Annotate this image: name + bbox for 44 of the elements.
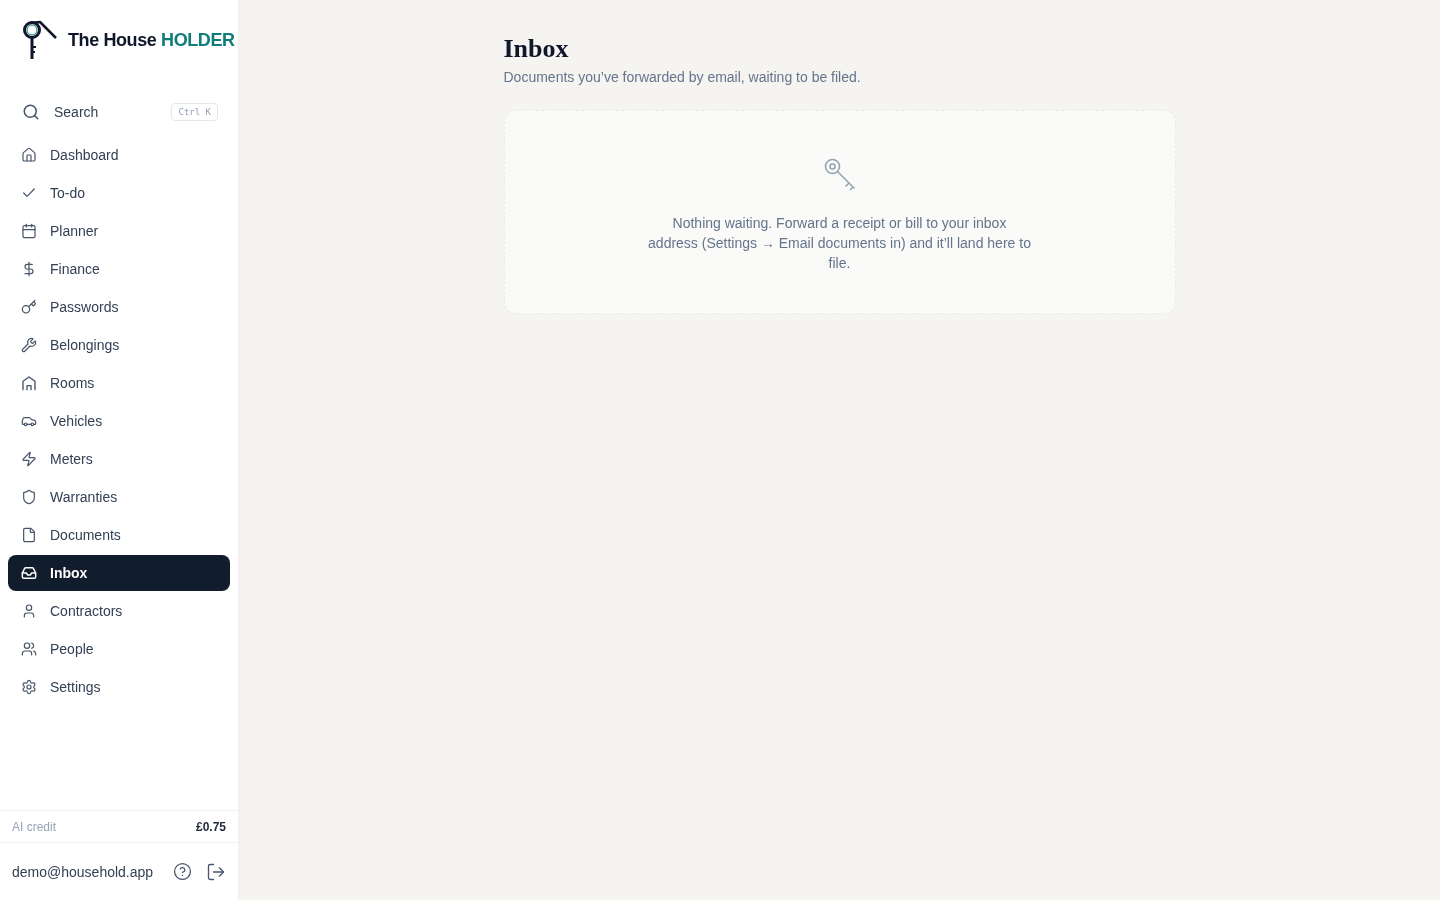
nav-item[interactable]: Documents: [8, 517, 230, 553]
person-icon: [21, 603, 37, 619]
dollar-icon: [21, 261, 37, 277]
logout-icon: [206, 861, 226, 882]
empty-state-message: Nothing waiting. Forward a receipt or bill to your inbox address (Settings → Email documents in) and it’ll land here to file.: [647, 214, 1032, 273]
key-icon: [21, 299, 37, 315]
logout-button[interactable]: [206, 861, 226, 882]
nav-item[interactable]: Vehicles: [8, 403, 230, 439]
key-icon: [822, 157, 857, 191]
help-icon: [173, 862, 192, 881]
page-title: Inbox: [503, 34, 570, 64]
user-email: demo@household.app: [12, 863, 155, 880]
lightning-icon: [21, 451, 37, 467]
shield-icon: [21, 489, 37, 505]
nav-item[interactable]: Meters: [8, 441, 230, 477]
nav-item[interactable]: Planner: [8, 213, 230, 249]
nav-item[interactable]: Contractors: [8, 593, 230, 629]
nav-item[interactable]: Passwords: [8, 289, 230, 325]
key-house-logo-icon: [21, 20, 57, 61]
nav-item[interactable]: People: [8, 631, 230, 667]
credit-label: AI credit: [12, 819, 56, 834]
credit-value: £0.75: [195, 819, 226, 834]
nav-item[interactable]: To-do: [8, 175, 230, 211]
house-icon: [21, 147, 37, 163]
search-icon: [22, 103, 40, 121]
nav-item[interactable]: Belongings: [8, 327, 230, 363]
page-subtitle: Documents you’ve forwarded by email, waiting to be filed.: [503, 68, 862, 86]
file-icon: [21, 527, 37, 543]
nav-item[interactable]: Rooms: [8, 365, 230, 401]
nav-item[interactable]: Inbox: [8, 555, 230, 591]
nav-item[interactable]: Warranties: [8, 479, 230, 515]
people-icon: [21, 641, 37, 657]
shortcut-hint: Ctrl K: [171, 103, 218, 121]
nav-item[interactable]: Settings: [8, 669, 230, 705]
calendar-icon: [21, 223, 37, 239]
search-button[interactable]: Search Ctrl K: [8, 94, 230, 130]
help-button[interactable]: [173, 862, 192, 881]
nav-item[interactable]: Dashboard: [8, 137, 230, 173]
tray-icon: [21, 565, 37, 581]
nav-item[interactable]: Finance: [8, 251, 230, 287]
brand-name: The House HOLDER: [68, 30, 235, 51]
house-door-icon: [21, 375, 37, 391]
settings-icon: [21, 679, 37, 695]
wrench-icon: [21, 337, 37, 353]
